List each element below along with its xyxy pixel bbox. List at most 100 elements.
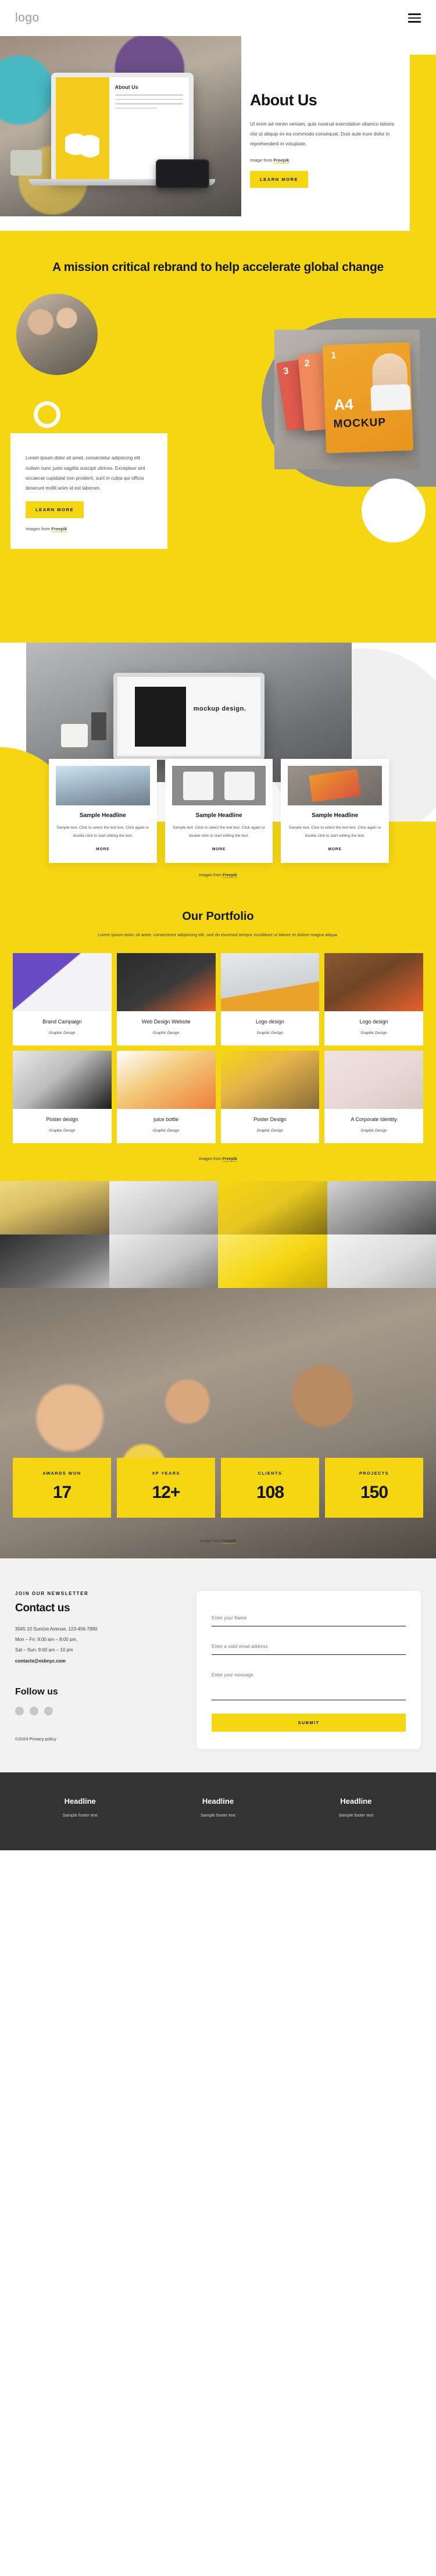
showcase-laptop-mockup: mockup design.: [113, 673, 265, 761]
contact-section: JOIN OUR NEWSLETTER Contact us 3045 10 S…: [0, 1558, 436, 1773]
showcase-section: mockup design. Sample Headline Sample te…: [0, 643, 436, 887]
mission-circle-photo: [16, 294, 98, 376]
portfolio-item-title: Poster design: [46, 1116, 78, 1123]
credit-link[interactable]: Freepik: [273, 157, 290, 163]
credit-link[interactable]: Freepik: [222, 873, 237, 879]
hero-section: About Us About Us Ut enim ad minim venia…: [0, 36, 436, 272]
email-input[interactable]: [212, 1640, 406, 1656]
mockup-size-label: A4: [333, 395, 354, 414]
portfolio-item[interactable]: Logo design Graphic Design: [324, 953, 423, 1046]
card-more-link[interactable]: MORE: [172, 847, 266, 851]
contact-address: 3045 10 Sunrize Avenue, 123-456-7890: [15, 1626, 98, 1632]
footer-column: Headline Sample footer text: [291, 1797, 421, 1818]
portfolio-grid: Brand Campaign Graphic Design Web Design…: [0, 953, 436, 1144]
portfolio-item[interactable]: A Corporate Identity Graphic Design: [324, 1051, 423, 1144]
hero-image-credit: Image from Freepik: [250, 157, 401, 163]
mockup-card-1: 1 A4 MOCKUP: [322, 342, 414, 454]
portfolio-item-title: Poster Design: [253, 1116, 287, 1123]
stats-image-credit: Image from Freepik: [0, 1539, 436, 1544]
instagram-icon[interactable]: [44, 1707, 53, 1716]
portfolio-item-category: Graphic Design: [256, 1031, 284, 1036]
contact-inner: JOIN OUR NEWSLETTER Contact us 3045 10 S…: [0, 1591, 436, 1750]
gallery-image: [218, 1235, 327, 1289]
stats-grid: AWARDS WON 17 XP YEARS 12+ CLIENTS 108 P…: [13, 1458, 423, 1518]
mission-section: A mission critical rebrand to help accel…: [0, 231, 436, 643]
credit-link[interactable]: Freepik: [51, 526, 67, 533]
footer-column-title: Headline: [64, 1797, 96, 1806]
facebook-icon[interactable]: [15, 1707, 24, 1716]
hero-copy: About Us Ut enim ad minim veniam, quis n…: [250, 91, 401, 188]
gallery-image: [109, 1235, 218, 1289]
portfolio-item[interactable]: Poster design Graphic Design: [13, 1051, 112, 1144]
card-image: [171, 766, 266, 806]
showcase-card[interactable]: Sample Headline Sample text. Click to se…: [49, 759, 157, 864]
stat-value: 150: [360, 1483, 388, 1503]
credit-link[interactable]: Freepik: [222, 1157, 237, 1162]
portfolio-item[interactable]: Poster Design Graphic Design: [220, 1051, 320, 1144]
gallery-image: [0, 1181, 109, 1235]
portfolio-item-category: Graphic Design: [360, 1031, 387, 1036]
card-more-link[interactable]: MORE: [56, 847, 150, 851]
portfolio-item-title: Logo design: [255, 1019, 284, 1025]
burger-line: [408, 13, 421, 15]
copyright-text[interactable]: ©2024 Privacy policy: [15, 1736, 184, 1742]
portfolio-item[interactable]: juice bottle Graphic Design: [116, 1051, 216, 1144]
stat-card: XP YEARS 12+: [117, 1458, 215, 1518]
portfolio-item-title: Logo design: [359, 1019, 388, 1025]
portfolio-item-category: Graphic Design: [360, 1129, 387, 1133]
portfolio-section: Our Portfolio Lorem ipsum dolor sit amet…: [0, 887, 436, 1182]
portfolio-item-title: A Corporate Identity: [351, 1116, 397, 1123]
card-more-link[interactable]: MORE: [288, 847, 382, 851]
decorative-white-circle: [362, 479, 426, 543]
portfolio-meta: Poster design Graphic Design: [13, 1109, 112, 1143]
portfolio-thumbnail: [324, 1051, 423, 1109]
stat-card: PROJECTS 150: [325, 1458, 423, 1518]
portfolio-meta: Web Design Website Graphic Design: [117, 1011, 216, 1046]
mission-learn-more-button[interactable]: LEARN MORE: [26, 501, 84, 519]
footer-column-title: Headline: [340, 1797, 372, 1806]
name-input[interactable]: [212, 1612, 406, 1627]
follow-us-heading: Follow us: [15, 1687, 58, 1697]
showcase-card[interactable]: Sample Headline Sample text. Click to se…: [281, 759, 389, 864]
portfolio-thumbnail: [220, 1051, 320, 1109]
footer-column-title: Headline: [202, 1797, 234, 1806]
message-input[interactable]: [212, 1669, 406, 1701]
portfolio-meta: Poster Design Graphic Design: [221, 1109, 320, 1143]
submit-button[interactable]: SUBMIT: [212, 1714, 406, 1732]
footer-column: Headline Sample footer text: [15, 1797, 145, 1818]
image-gallery: [0, 1181, 436, 1289]
stats-background-image: [0, 1288, 436, 1559]
portfolio-item[interactable]: Web Design Website Graphic Design: [116, 953, 216, 1046]
card-body: Sample text. Click to select the text bo…: [288, 826, 381, 839]
contact-email[interactable]: contacts@esbnyc.com: [15, 1658, 184, 1664]
screen-text: mockup design.: [193, 705, 246, 713]
credit-link[interactable]: Freepik: [221, 1539, 237, 1544]
portfolio-item-title: Brand Campaign: [42, 1019, 82, 1025]
portfolio-item-category: Graphic Design: [49, 1129, 76, 1133]
portfolio-image-credit: Images from Freepik: [0, 1157, 436, 1162]
portfolio-item-title: Web Design Website: [141, 1019, 191, 1025]
credit-prefix: Image from: [250, 157, 274, 163]
stat-label: CLIENTS: [258, 1471, 283, 1476]
mockup-number: 3: [283, 366, 290, 377]
portfolio-item-category: Graphic Design: [256, 1129, 284, 1133]
portfolio-item[interactable]: Logo design Graphic Design: [220, 953, 320, 1046]
top-navigation: logo: [0, 0, 436, 36]
portfolio-thumbnail: [324, 953, 423, 1012]
showcase-card[interactable]: Sample Headline Sample text. Click to se…: [165, 759, 273, 864]
twitter-icon[interactable]: [30, 1707, 38, 1716]
card-title: Sample Headline: [195, 812, 242, 819]
gallery-image: [218, 1181, 327, 1235]
portfolio-subtitle: Lorem ipsum dolor sit amet, consectetur …: [98, 932, 338, 938]
hamburger-menu-icon[interactable]: [408, 13, 421, 23]
stat-value: 17: [52, 1483, 72, 1503]
portfolio-item[interactable]: Brand Campaign Graphic Design: [13, 953, 112, 1046]
newsletter-eyebrow: JOIN OUR NEWSLETTER: [15, 1591, 89, 1597]
mockup-model-photo: [371, 353, 409, 412]
portfolio-meta: Logo design Graphic Design: [221, 1011, 320, 1046]
card-image: [288, 766, 383, 806]
site-logo[interactable]: logo: [15, 11, 40, 25]
portfolio-item-category: Graphic Design: [152, 1031, 180, 1036]
footer-column-text: Sample footer text: [62, 1813, 98, 1818]
hero-learn-more-button[interactable]: LEARN MORE: [250, 170, 309, 188]
